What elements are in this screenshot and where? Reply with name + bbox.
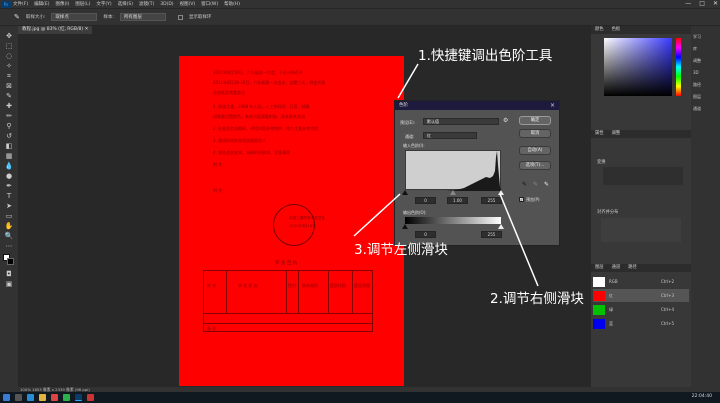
annotation-arrows (353, 63, 539, 287)
arrow-step2 (499, 193, 539, 287)
photoshop-taskbar-icon[interactable] (75, 394, 82, 401)
folder-icon[interactable] (39, 394, 46, 401)
annotation-step1: 1.快捷键调出色阶工具 (418, 48, 553, 64)
search-icon[interactable] (15, 394, 22, 401)
chrome-icon[interactable] (51, 394, 58, 401)
arrow-step3 (353, 193, 401, 237)
wechat-icon[interactable] (63, 394, 70, 401)
taskbar: 22:04:40 (0, 392, 720, 403)
arrow-step1 (397, 63, 419, 99)
windows-start-icon[interactable] (3, 394, 10, 401)
clock: 22:04:40 (691, 394, 712, 399)
browser-icon[interactable] (27, 394, 34, 401)
annotation-step3: 3.调节左侧滑块 (354, 242, 448, 258)
app-icon[interactable] (87, 394, 94, 401)
annotation-step2: 2.调节右侧滑块 (490, 291, 584, 307)
